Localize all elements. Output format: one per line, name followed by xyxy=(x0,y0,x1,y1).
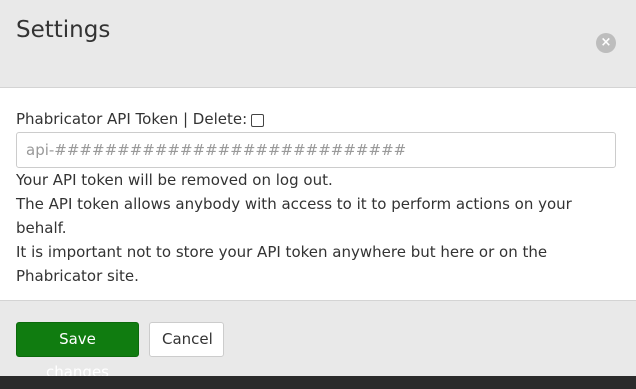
close-icon[interactable]: × xyxy=(596,33,616,53)
help-line: Phabricator site. xyxy=(16,267,139,285)
help-line: Your API token will be removed on log ou… xyxy=(16,171,333,189)
token-label-row: Phabricator API Token | Delete: xyxy=(16,106,620,132)
save-button[interactable]: Save changes xyxy=(16,322,139,381)
dialog-header: Settings × xyxy=(0,0,636,88)
dialog-footer: Save changes Cancel xyxy=(0,300,636,381)
dialog-title: Settings xyxy=(16,17,111,43)
help-line: The API token allows anybody with access… xyxy=(16,195,572,237)
backdrop-strip xyxy=(0,376,636,381)
token-label: Phabricator API Token | Delete: xyxy=(16,110,248,128)
delete-checkbox[interactable] xyxy=(251,113,265,127)
settings-dialog: Settings × Phabricator API Token | Delet… xyxy=(0,0,636,381)
dialog-body: Phabricator API Token | Delete: Your API… xyxy=(16,106,620,288)
help-text: Your API token will be removed on log ou… xyxy=(16,168,620,288)
api-token-input[interactable] xyxy=(16,132,616,168)
help-line: It is important not to store your API to… xyxy=(16,243,548,261)
cancel-button[interactable]: Cancel xyxy=(149,322,224,357)
